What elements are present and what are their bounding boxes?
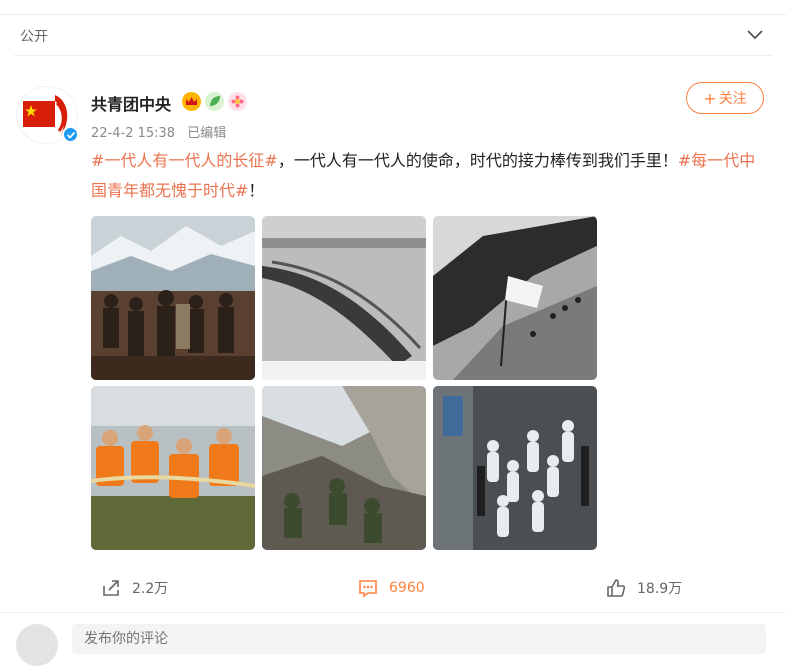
post-body-text: ，一代人有一代人的使命，时代的接力棒传到我们手里！ — [277, 151, 678, 170]
follow-label: 关注 — [718, 91, 747, 107]
post-text: #一代人有一代人的长征#，一代人有一代人的使命，时代的接力棒传到我们手里！#每一… — [91, 146, 763, 206]
post-timestamp[interactable]: 22-4-2 15:38 — [91, 126, 175, 141]
current-user-avatar — [16, 624, 58, 666]
comment-count: 6960 — [389, 580, 425, 596]
divider — [14, 55, 772, 56]
comment-button[interactable]: 6960 — [357, 572, 425, 604]
author-name[interactable]: 共青团中央 — [91, 91, 171, 115]
badge-row — [182, 92, 247, 111]
comment-icon — [359, 580, 377, 598]
image-troops-crossing-river[interactable] — [262, 216, 426, 380]
action-bar: 2.2万 6960 18.9万 — [0, 572, 786, 604]
like-icon — [607, 579, 626, 597]
visibility-row[interactable]: 公开 — [0, 22, 786, 50]
plus-icon: + — [703, 88, 717, 108]
crown-badge-icon[interactable] — [182, 92, 201, 111]
visibility-label: 公开 — [20, 29, 48, 45]
share-button[interactable]: 2.2万 — [100, 572, 168, 604]
image-flag-on-mountain-ridge[interactable] — [433, 216, 597, 380]
hashtag-link[interactable]: #一代人有一代人的长征# — [91, 151, 278, 170]
top-bar — [0, 0, 786, 15]
like-count: 18.9万 — [637, 581, 683, 597]
divider — [0, 612, 786, 613]
verified-icon — [62, 126, 79, 143]
like-button[interactable]: 18.9万 — [605, 572, 682, 604]
share-icon — [103, 580, 119, 596]
post-meta: 22-4-2 15:38 已编辑 — [91, 122, 234, 141]
image-soldiers-in-rubble[interactable] — [262, 386, 426, 550]
post-end-text: ！ — [248, 181, 265, 200]
follow-button[interactable]: + 关注 — [686, 82, 764, 114]
chevron-down-icon[interactable] — [746, 27, 764, 41]
comment-input[interactable] — [72, 624, 766, 654]
image-long-march-painting[interactable] — [91, 216, 255, 380]
edited-label: 已编辑 — [187, 126, 227, 141]
flower-badge-icon[interactable] — [228, 92, 247, 111]
image-flood-rescue-rope[interactable] — [91, 386, 255, 550]
image-medical-workers-in-protective-suits[interactable] — [433, 386, 597, 550]
share-count: 2.2万 — [132, 581, 169, 597]
leaf-badge-icon[interactable] — [205, 92, 224, 111]
